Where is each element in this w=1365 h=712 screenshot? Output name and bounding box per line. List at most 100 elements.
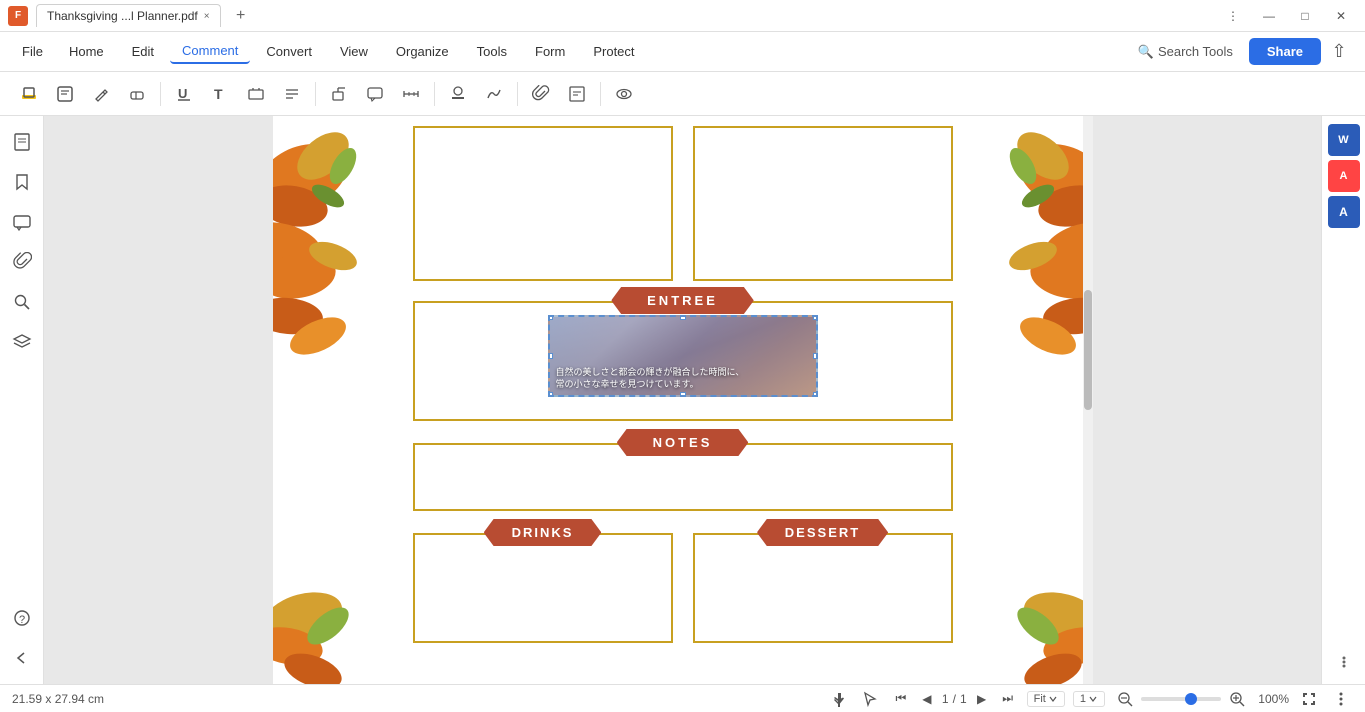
last-page-btn[interactable]: ⏭ bbox=[997, 688, 1019, 710]
image-caption: 自然の美しさと都会の輝きが融合した時間に、 常の小さな幸せを見つけています。 bbox=[556, 366, 810, 391]
scrollbar-thumb[interactable] bbox=[1084, 290, 1092, 410]
hand-tool-btn[interactable] bbox=[828, 687, 852, 711]
handle-bl[interactable] bbox=[548, 392, 553, 397]
tool-underline[interactable]: U bbox=[167, 77, 201, 111]
toolbar: U T bbox=[0, 72, 1365, 116]
right-sidebar: W A A bbox=[1321, 116, 1365, 684]
tool-list[interactable] bbox=[275, 77, 309, 111]
tool-pen[interactable] bbox=[84, 77, 118, 111]
tool-stamp[interactable] bbox=[441, 77, 475, 111]
first-page-btn[interactable]: ⏮ bbox=[890, 688, 912, 710]
menu-file[interactable]: File bbox=[12, 40, 53, 63]
page-size-selector[interactable]: Fit bbox=[1027, 691, 1065, 707]
sidebar-layers[interactable] bbox=[4, 324, 40, 360]
separator-2 bbox=[315, 82, 316, 106]
zoom-thumb[interactable] bbox=[1185, 693, 1197, 705]
sidebar-comments[interactable] bbox=[4, 204, 40, 240]
search-tools-button[interactable]: 🔍 Search Tools bbox=[1126, 40, 1245, 64]
page-separator: / bbox=[953, 692, 956, 706]
right-plugin-ai[interactable]: A bbox=[1328, 160, 1360, 192]
right-plugin-1[interactable]: W bbox=[1328, 124, 1360, 156]
menu-home[interactable]: Home bbox=[57, 40, 116, 63]
new-tab-button[interactable]: + bbox=[229, 4, 253, 28]
current-page: 1 bbox=[942, 692, 949, 706]
notes-banner: NOTES bbox=[617, 429, 749, 456]
tool-textbox[interactable] bbox=[239, 77, 273, 111]
sidebar-attachments[interactable] bbox=[4, 244, 40, 280]
menu-edit[interactable]: Edit bbox=[120, 40, 166, 63]
view-mode-selector[interactable]: 1 bbox=[1073, 691, 1105, 707]
menu-view[interactable]: View bbox=[328, 40, 380, 63]
svg-text:?: ? bbox=[19, 614, 25, 626]
handle-tl[interactable] bbox=[548, 315, 553, 320]
menu-organize[interactable]: Organize bbox=[384, 40, 461, 63]
handle-mr[interactable] bbox=[813, 353, 818, 359]
tool-signature[interactable] bbox=[477, 77, 511, 111]
separator-4 bbox=[517, 82, 518, 106]
right-customize[interactable] bbox=[1330, 648, 1358, 676]
drinks-content-box bbox=[413, 533, 673, 643]
bottom-row: DRINKS DESSERT bbox=[413, 533, 953, 643]
status-bar: 21.59 x 27.94 cm ⏮ ◀ 1 / 1 ▶ ⏭ Fit 1 bbox=[0, 684, 1365, 712]
drinks-banner: DRINKS bbox=[484, 519, 602, 546]
more-options-btn[interactable] bbox=[1329, 687, 1353, 711]
tool-highlight[interactable] bbox=[12, 77, 46, 111]
sidebar-bookmarks[interactable] bbox=[4, 164, 40, 200]
upload-button[interactable]: ⇧ bbox=[1325, 38, 1353, 66]
cursor-tools bbox=[828, 687, 882, 711]
entree-banner: ENTREE bbox=[611, 287, 754, 314]
settings-button[interactable]: ⋮ bbox=[1217, 6, 1249, 26]
handle-tm[interactable] bbox=[680, 315, 686, 320]
tool-attach[interactable] bbox=[524, 77, 558, 111]
sidebar-prev-page[interactable] bbox=[4, 640, 40, 676]
zoom-in-btn[interactable] bbox=[1225, 687, 1249, 711]
prev-page-btn[interactable]: ◀ bbox=[916, 688, 938, 710]
zoom-out-btn[interactable] bbox=[1113, 687, 1137, 711]
image-selection-box[interactable]: 自然の美しさと都会の輝きが融合した時間に、 常の小さな幸せを見つけています。 bbox=[548, 315, 818, 397]
tab-close-button[interactable]: × bbox=[204, 11, 210, 22]
fullscreen-btn[interactable] bbox=[1297, 687, 1321, 711]
dessert-col: DESSERT bbox=[693, 533, 953, 643]
tool-measure[interactable] bbox=[394, 77, 428, 111]
menu-form[interactable]: Form bbox=[523, 40, 577, 63]
select-tool-btn[interactable] bbox=[858, 687, 882, 711]
zoom-slider[interactable] bbox=[1141, 697, 1221, 701]
handle-ml[interactable] bbox=[548, 353, 553, 359]
entree-section: ENTREE 自然の美しさと都会の輝きが融合した時間に、 常の小さな幸せを見つけ… bbox=[413, 301, 953, 421]
dimensions-display: 21.59 x 27.94 cm bbox=[12, 692, 104, 706]
handle-br[interactable] bbox=[813, 392, 818, 397]
svg-text:U: U bbox=[178, 86, 187, 101]
title-bar-left: F Thanksgiving ...l Planner.pdf × + bbox=[8, 4, 1217, 28]
title-bar: F Thanksgiving ...l Planner.pdf × + ⋮ — … bbox=[0, 0, 1365, 32]
tool-shapes[interactable] bbox=[322, 77, 356, 111]
maximize-button[interactable]: □ bbox=[1289, 6, 1321, 26]
tool-comment-bubble[interactable] bbox=[358, 77, 392, 111]
window-controls: ⋮ — □ ✕ bbox=[1217, 6, 1357, 26]
pdf-page: ENTREE 自然の美しさと都会の輝きが融合した時間に、 常の小さな幸せを見つけ… bbox=[273, 116, 1093, 684]
tool-edit[interactable] bbox=[560, 77, 594, 111]
menu-protect[interactable]: Protect bbox=[581, 40, 646, 63]
tool-text-comment[interactable] bbox=[48, 77, 82, 111]
total-pages: 1 bbox=[960, 692, 967, 706]
next-page-btn[interactable]: ▶ bbox=[971, 688, 993, 710]
active-tab[interactable]: Thanksgiving ...l Planner.pdf × bbox=[36, 4, 221, 27]
tool-eraser[interactable] bbox=[120, 77, 154, 111]
menu-convert[interactable]: Convert bbox=[254, 40, 324, 63]
menu-tools[interactable]: Tools bbox=[465, 40, 519, 63]
menu-comment[interactable]: Comment bbox=[170, 39, 250, 64]
app-icon: F bbox=[8, 6, 28, 26]
sidebar-search[interactable] bbox=[4, 284, 40, 320]
handle-bm[interactable] bbox=[680, 392, 686, 397]
tool-view[interactable] bbox=[607, 77, 641, 111]
close-button[interactable]: ✕ bbox=[1325, 6, 1357, 26]
dessert-banner: DESSERT bbox=[757, 519, 888, 546]
minimize-button[interactable]: — bbox=[1253, 6, 1285, 26]
tool-text[interactable]: T bbox=[203, 77, 237, 111]
right-plugin-word[interactable]: A bbox=[1328, 196, 1360, 228]
sidebar-help[interactable]: ? bbox=[4, 600, 40, 636]
left-sidebar: ? bbox=[0, 116, 44, 684]
sidebar-pages[interactable] bbox=[4, 124, 40, 160]
share-button[interactable]: Share bbox=[1249, 38, 1321, 65]
scrollbar-track bbox=[1083, 116, 1093, 684]
handle-tr[interactable] bbox=[813, 315, 818, 320]
